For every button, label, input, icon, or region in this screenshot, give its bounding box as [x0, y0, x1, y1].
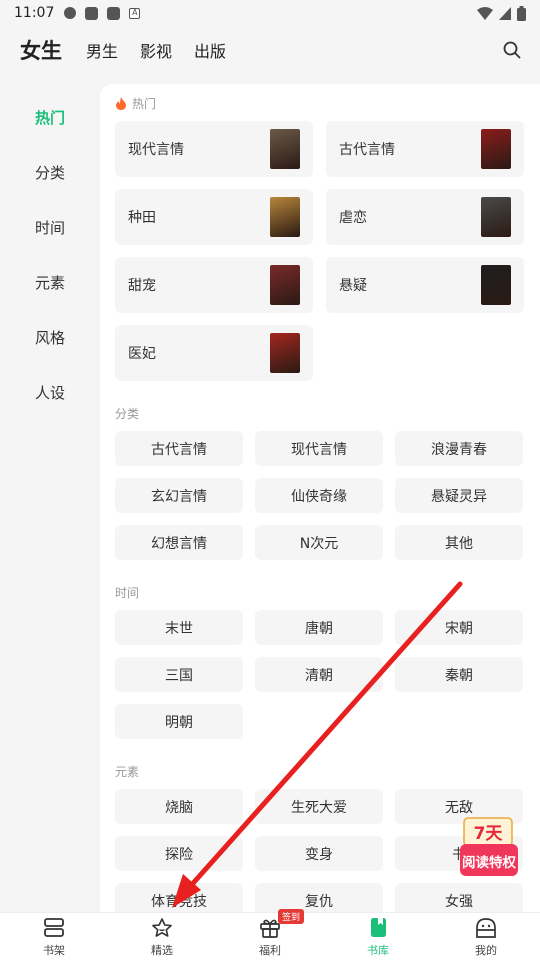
reading-privilege-badge[interactable]: 7天 阅读特权 [460, 816, 518, 876]
top-nav: 女生 男生 影视 出版 [0, 26, 540, 74]
element-tag[interactable]: 体育竞技 [115, 883, 243, 912]
tab-male[interactable]: 男生 [86, 38, 118, 62]
notification-icon [64, 7, 77, 19]
bottom-tab-label: 福利 [259, 944, 281, 957]
hot-item-label: 医妃 [128, 346, 156, 362]
tab-female[interactable]: 女生 [20, 35, 62, 65]
side-item-style[interactable]: 风格 [0, 310, 100, 365]
book-cover [270, 197, 300, 237]
time-tag[interactable]: 唐朝 [255, 610, 383, 645]
category-tag[interactable]: 古代言情 [115, 431, 243, 466]
time-tag[interactable]: 明朝 [115, 704, 243, 739]
bottom-tab-label: 我的 [475, 944, 497, 957]
bottom-tab-featured[interactable]: 精选 [108, 913, 216, 960]
app-notification-icon-2 [107, 6, 121, 20]
hot-item-label: 甜宠 [128, 278, 156, 294]
app-notification-icon [85, 6, 99, 20]
category-tag[interactable]: 仙侠奇缘 [255, 478, 383, 513]
category-tag[interactable]: 其他 [395, 525, 523, 560]
category-tag[interactable]: 悬疑灵异 [395, 478, 523, 513]
status-right [477, 5, 526, 21]
category-tag[interactable]: 幻想言情 [115, 525, 243, 560]
book-cover [270, 333, 300, 373]
hot-item-label: 古代言情 [339, 142, 395, 158]
bottom-tab-library[interactable]: 书库 [324, 913, 432, 960]
font-notification-icon: A [129, 7, 141, 19]
element-tag[interactable]: 生死大爱 [255, 789, 383, 824]
bottom-tab-profile[interactable]: 我的 [432, 913, 540, 960]
status-time: 11:07 [14, 5, 55, 21]
bottom-tab-bar: 书架 精选 签到 福利 书库 我的 [0, 909, 540, 960]
book-cover [270, 265, 300, 305]
element-tag[interactable]: 女强 [395, 883, 523, 912]
profile-icon [476, 918, 496, 938]
bookshelf-icon [44, 918, 64, 937]
hot-grid: 现代言情 古代言情种田 虐恋甜宠 悬疑医妃 [115, 121, 525, 381]
hot-item[interactable]: 甜宠 [115, 257, 313, 313]
battery-icon [517, 5, 526, 21]
search-icon[interactable] [502, 40, 522, 60]
fire-icon [116, 97, 126, 110]
status-bar: 11:07 A [0, 0, 540, 26]
side-item-hot[interactable]: 热门 [0, 90, 100, 145]
tab-film[interactable]: 影视 [140, 38, 172, 62]
book-cover [270, 129, 300, 169]
sign-in-badge: 签到 [278, 909, 305, 924]
hot-item[interactable]: 医妃 [115, 325, 313, 381]
hot-item-label: 虐恋 [339, 210, 367, 226]
hot-item-label: 现代言情 [128, 142, 184, 158]
category-grid: 古代言情 现代言情 浪漫青春玄幻言情 仙侠奇缘 悬疑灵异幻想言情 N次元 其他 [115, 431, 525, 560]
promo-line1: 7天 [474, 824, 504, 844]
side-item-persona[interactable]: 人设 [0, 365, 100, 420]
bottom-tab-label: 书架 [43, 944, 65, 957]
content-panel: 热门 现代言情 古代言情 种田 虐恋 甜宠 悬疑 医妃 分类 古代言情 现代言情 浪漫青春 玄幻言… [100, 84, 540, 912]
hot-item[interactable]: 古代言情 [326, 121, 524, 177]
element-tag[interactable]: 探险 [115, 836, 243, 871]
section-hot-title: 热门 [115, 95, 525, 112]
hot-item[interactable]: 悬疑 [326, 257, 524, 313]
bottom-tab-bookshelf[interactable]: 书架 [0, 913, 108, 960]
element-tag[interactable]: 复仇 [255, 883, 383, 912]
section-category-title: 分类 [115, 407, 140, 421]
time-grid: 末世 唐朝 宋朝三国 清朝 秦朝明朝 [115, 610, 525, 739]
app-screen: 11:07 A 女生 男生 影视 出版 热门 分类 时间 元素 风格 人设 热门… [0, 0, 540, 960]
time-tag[interactable]: 末世 [115, 610, 243, 645]
star-icon [152, 918, 172, 937]
hot-item[interactable]: 种田 [115, 189, 313, 245]
time-tag[interactable]: 宋朝 [395, 610, 523, 645]
wifi-icon [477, 6, 493, 20]
category-tag[interactable]: N次元 [255, 525, 383, 560]
section-element-title: 元素 [115, 765, 140, 779]
section-hot-label: 热门 [132, 97, 157, 111]
time-tag[interactable]: 清朝 [255, 657, 383, 692]
side-item-category[interactable]: 分类 [0, 145, 100, 200]
book-cover [481, 129, 511, 169]
side-nav: 热门 分类 时间 元素 风格 人设 [0, 90, 100, 420]
time-tag[interactable]: 秦朝 [395, 657, 523, 692]
side-item-time[interactable]: 时间 [0, 200, 100, 255]
bottom-tab-label: 书库 [367, 944, 389, 957]
tab-publish[interactable]: 出版 [194, 38, 226, 62]
promo-line2: 阅读特权 [462, 854, 516, 871]
signal-icon [499, 6, 511, 20]
time-tag[interactable]: 三国 [115, 657, 243, 692]
hot-item[interactable]: 现代言情 [115, 121, 313, 177]
bottom-tab-welfare[interactable]: 签到 福利 [216, 909, 324, 960]
hot-item[interactable]: 虐恋 [326, 189, 524, 245]
element-tag[interactable]: 变身 [255, 836, 383, 871]
category-tag[interactable]: 浪漫青春 [395, 431, 523, 466]
hot-item-label: 种田 [128, 210, 156, 226]
book-icon [371, 918, 386, 937]
side-item-element[interactable]: 元素 [0, 255, 100, 310]
section-time-title: 时间 [115, 586, 140, 600]
bottom-tab-label: 精选 [151, 944, 173, 957]
hot-item-label: 悬疑 [339, 278, 367, 294]
category-tag[interactable]: 现代言情 [255, 431, 383, 466]
category-tag[interactable]: 玄幻言情 [115, 478, 243, 513]
book-cover [481, 197, 511, 237]
element-tag[interactable]: 烧脑 [115, 789, 243, 824]
book-cover [481, 265, 511, 305]
